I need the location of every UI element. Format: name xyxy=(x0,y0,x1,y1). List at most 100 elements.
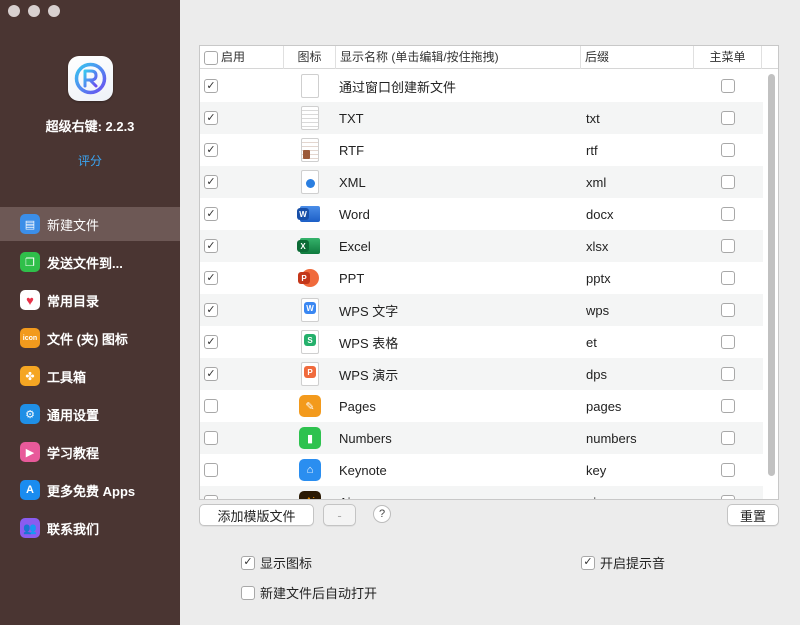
enable-checkbox[interactable]: ✓ xyxy=(204,111,218,125)
enable-checkbox[interactable]: ✓ xyxy=(204,143,218,157)
name-cell[interactable]: Ai xyxy=(336,486,581,500)
enable-checkbox[interactable] xyxy=(204,431,218,445)
name-cell[interactable]: Word xyxy=(336,198,581,230)
icon-cell: P xyxy=(284,262,336,294)
table-row[interactable]: ✓ W WPS 文字 wps xyxy=(200,294,763,326)
table-row[interactable]: ✓ P PPT pptx xyxy=(200,262,763,294)
sidebar-item-3[interactable]: icon 文件 (夹) 图标 xyxy=(0,321,180,355)
table-row[interactable]: ✎ Pages pages xyxy=(200,390,763,422)
enable-checkbox[interactable]: ✓ xyxy=(204,79,218,93)
sidebar-item-4[interactable]: ✤ 工具箱 xyxy=(0,359,180,393)
table-row[interactable]: ⌂ Keynote key xyxy=(200,454,763,486)
sidebar-item-1[interactable]: ❐ 发送文件到... xyxy=(0,245,180,279)
play-sound-checkbox[interactable]: ✓ xyxy=(581,555,595,570)
reset-button[interactable]: 重置 xyxy=(727,504,779,526)
main-menu-checkbox[interactable] xyxy=(721,239,735,253)
main-menu-checkbox[interactable] xyxy=(721,303,735,317)
main-menu-checkbox[interactable] xyxy=(721,175,735,189)
enable-cell xyxy=(200,486,284,499)
sidebar-item-5[interactable]: ⚙ 通用设置 xyxy=(0,397,180,431)
table-row[interactable]: ✓ RTF rtf xyxy=(200,134,763,166)
header-enable[interactable]: 启用 xyxy=(200,46,284,69)
show-icon-option[interactable]: ✓ 显示图标 xyxy=(241,553,312,572)
name-cell[interactable]: RTF xyxy=(336,134,581,166)
main-menu-checkbox[interactable] xyxy=(721,431,735,445)
header-enable-label: 启用 xyxy=(221,50,246,64)
name-cell[interactable]: WPS 演示 xyxy=(336,358,581,390)
enable-checkbox[interactable]: ✓ xyxy=(204,303,218,317)
header-name[interactable]: 显示名称 (单击编辑/按住拖拽) xyxy=(336,46,581,69)
sidebar-item-2[interactable]: ♥ 常用目录 xyxy=(0,283,180,317)
main-menu-checkbox[interactable] xyxy=(721,367,735,381)
main-menu-checkbox[interactable] xyxy=(721,79,735,93)
auto-open-option[interactable]: 新建文件后自动打开 xyxy=(241,583,377,602)
enable-checkbox[interactable] xyxy=(204,495,218,499)
sidebar-item-8[interactable]: 👥 联系我们 xyxy=(0,511,180,545)
main-menu-checkbox[interactable] xyxy=(721,495,735,499)
main-menu-cell xyxy=(694,358,762,390)
enable-checkbox[interactable]: ✓ xyxy=(204,271,218,285)
minimize-window-button[interactable] xyxy=(28,5,40,17)
enable-cell: ✓ xyxy=(200,230,284,262)
sidebar-item-7[interactable]: A 更多免费 Apps xyxy=(0,473,180,507)
play-sound-option[interactable]: ✓ 开启提示音 xyxy=(581,553,665,572)
rtf-doc-icon xyxy=(299,137,321,163)
close-window-button[interactable] xyxy=(8,5,20,17)
header-suffix[interactable]: 后缀 xyxy=(581,46,694,69)
main-menu-checkbox[interactable] xyxy=(721,335,735,349)
header-main-menu[interactable]: 主菜单 xyxy=(694,46,762,69)
enable-checkbox[interactable] xyxy=(204,399,218,413)
enable-checkbox[interactable]: ✓ xyxy=(204,239,218,253)
name-cell[interactable]: Numbers xyxy=(336,422,581,454)
name-cell[interactable]: TXT xyxy=(336,102,581,134)
remove-template-button[interactable]: - xyxy=(323,504,356,526)
table-row[interactable]: ✓ S WPS 表格 et xyxy=(200,326,763,358)
enable-checkbox[interactable]: ✓ xyxy=(204,335,218,349)
rate-link[interactable]: 评分 xyxy=(0,152,180,169)
sidebar-item-0[interactable]: ▤ 新建文件 xyxy=(0,207,180,241)
play-sound-label: 开启提示音 xyxy=(600,556,666,571)
help-button[interactable]: ? xyxy=(373,505,391,523)
zoom-window-button[interactable] xyxy=(48,5,60,17)
name-cell[interactable]: WPS 表格 xyxy=(336,326,581,358)
add-template-button[interactable]: 添加模版文件 xyxy=(199,504,314,526)
name-cell[interactable]: Keynote xyxy=(336,454,581,486)
auto-open-checkbox[interactable] xyxy=(241,585,255,600)
table-row[interactable]: ✓ 通过窗口创建新文件 xyxy=(200,70,763,102)
header-icon[interactable]: 图标 xyxy=(284,46,336,69)
main-menu-checkbox[interactable] xyxy=(721,463,735,477)
main-menu-cell xyxy=(694,262,762,294)
name-cell[interactable]: 通过窗口创建新文件 xyxy=(336,70,581,102)
main-menu-cell xyxy=(694,102,762,134)
select-all-checkbox[interactable] xyxy=(204,50,218,65)
table-row[interactable]: ✓ W Word docx xyxy=(200,198,763,230)
table-row[interactable]: ✓ X Excel xlsx xyxy=(200,230,763,262)
name-cell[interactable]: Excel xyxy=(336,230,581,262)
table-row[interactable]: ✓ TXT txt xyxy=(200,102,763,134)
illustrator-icon: Ai xyxy=(299,489,321,499)
table-row[interactable]: AiAiai xyxy=(200,486,763,500)
enable-checkbox[interactable]: ✓ xyxy=(204,207,218,221)
main-menu-checkbox[interactable] xyxy=(721,207,735,221)
sidebar-item-label: 发送文件到... xyxy=(47,255,123,271)
main-menu-checkbox[interactable] xyxy=(721,399,735,413)
enable-checkbox[interactable]: ✓ xyxy=(204,367,218,381)
table-row[interactable]: ▮ Numbers numbers xyxy=(200,422,763,454)
main-menu-checkbox[interactable] xyxy=(721,271,735,285)
name-cell[interactable]: Pages xyxy=(336,390,581,422)
name-cell[interactable]: PPT xyxy=(336,262,581,294)
main-menu-checkbox[interactable] xyxy=(721,111,735,125)
name-cell[interactable]: XML xyxy=(336,166,581,198)
table-scrollbar[interactable] xyxy=(768,74,775,476)
txt-doc-icon xyxy=(299,105,321,131)
name-cell[interactable]: WPS 文字 xyxy=(336,294,581,326)
icon-cell: Ai xyxy=(284,486,336,499)
table-row[interactable]: ✓ XML xml xyxy=(200,166,763,198)
main-menu-checkbox[interactable] xyxy=(721,143,735,157)
enable-checkbox[interactable]: ✓ xyxy=(204,175,218,189)
sidebar-item-6[interactable]: ▶ 学习教程 xyxy=(0,435,180,469)
table-row[interactable]: ✓ P WPS 演示 dps xyxy=(200,358,763,390)
show-icon-checkbox[interactable]: ✓ xyxy=(241,555,255,570)
main-menu-cell xyxy=(694,134,762,166)
enable-checkbox[interactable] xyxy=(204,463,218,477)
